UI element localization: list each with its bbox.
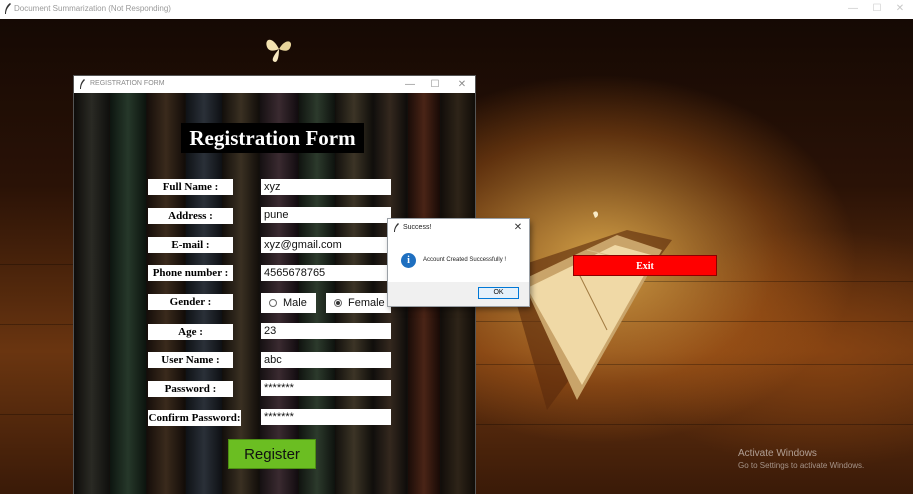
gender-male-label: Male — [283, 297, 307, 309]
minimize-button[interactable]: — — [842, 1, 864, 17]
confirm-password-input[interactable]: ******* — [261, 409, 391, 425]
address-label: Address : — [148, 208, 233, 224]
gender-male-radio[interactable]: Male — [261, 293, 316, 313]
confirm-password-label: Confirm Password: — [148, 410, 241, 426]
dialog-close-button[interactable]: ✕ — [511, 221, 525, 235]
email-label: E-mail : — [148, 237, 233, 253]
registration-close-button[interactable]: ✕ — [451, 77, 473, 92]
dialog-message: Account Created Successfully ! — [423, 257, 507, 263]
age-label: Age : — [148, 324, 233, 340]
radio-selected-icon — [334, 298, 342, 307]
dialog-title-bar: Success! ✕ — [388, 219, 529, 237]
registration-minimize-button[interactable]: — — [399, 77, 421, 92]
info-icon: i — [401, 253, 416, 268]
close-button[interactable]: ✕ — [889, 1, 911, 17]
gender-female-radio[interactable]: Female — [326, 293, 391, 313]
full-name-label: Full Name : — [148, 179, 233, 195]
gender-female-label: Female — [348, 297, 385, 309]
password-input[interactable]: ******* — [261, 380, 391, 396]
registration-maximize-button[interactable]: ☐ — [424, 77, 446, 92]
app-title-bar: Document Summarization (Not Responding) … — [0, 0, 913, 20]
radio-unselected-icon — [269, 298, 277, 307]
registration-title-bar: REGISTRATION FORM — ☐ ✕ — [74, 76, 475, 93]
password-label: Password : — [148, 381, 233, 397]
activation-watermark-subtitle: Go to Settings to activate Windows. — [738, 461, 865, 470]
ok-button[interactable]: OK — [478, 287, 519, 299]
username-label: User Name : — [148, 352, 233, 368]
form-title: Registration Form — [181, 123, 364, 153]
dialog-title: Success! — [403, 224, 432, 231]
exit-button[interactable]: Exit — [573, 255, 717, 276]
gender-label: Gender : — [148, 294, 233, 310]
maximize-button[interactable]: ☐ — [866, 1, 888, 17]
success-dialog: Success! ✕ i Account Created Successfull… — [388, 219, 529, 306]
feather-icon — [5, 3, 11, 14]
age-input[interactable]: 23 — [261, 323, 391, 339]
app-title: Document Summarization (Not Responding) — [14, 4, 171, 13]
activation-watermark-title: Activate Windows — [738, 448, 817, 459]
register-button[interactable]: Register — [228, 439, 316, 469]
phone-input[interactable]: 4565678765 — [261, 265, 391, 281]
email-input[interactable]: xyz@gmail.com — [261, 237, 391, 253]
registration-window-title: REGISTRATION FORM — [90, 80, 165, 87]
address-input[interactable]: pune — [261, 207, 391, 223]
username-input[interactable]: abc — [261, 352, 391, 368]
phone-label: Phone number : — [148, 265, 233, 281]
butterfly-icon — [266, 39, 292, 62]
feather-icon — [80, 79, 85, 89]
full-name-input[interactable]: xyz — [261, 179, 391, 195]
feather-icon — [394, 223, 399, 232]
